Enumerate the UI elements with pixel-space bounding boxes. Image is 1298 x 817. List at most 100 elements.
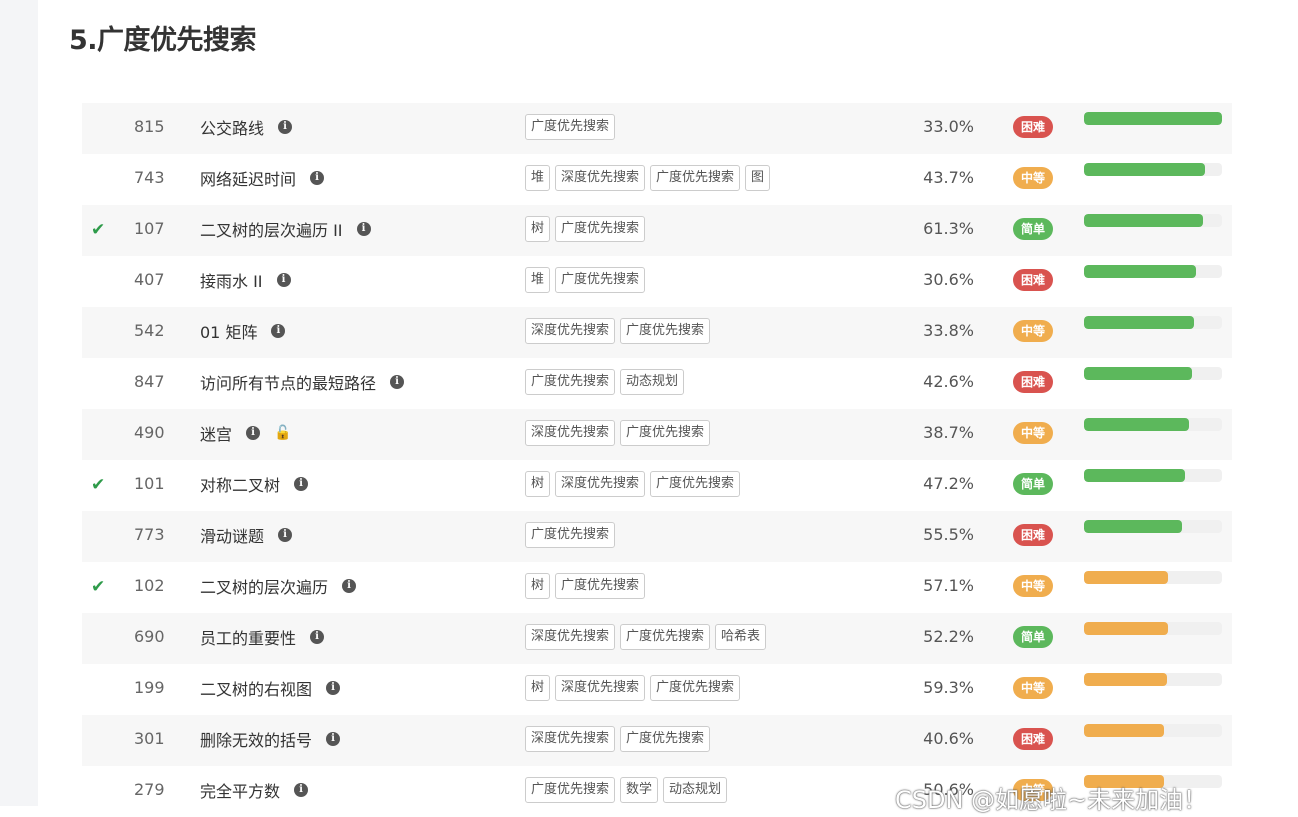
table-row[interactable]: 542 01 矩阵 i 深度优先搜索 广度优先搜索 33.8% 中等: [82, 307, 1232, 358]
problem-title-link[interactable]: 01 矩阵: [200, 319, 257, 343]
topic-tag[interactable]: 广度优先搜索: [525, 369, 616, 395]
tag-list: 树广度优先搜索: [525, 216, 646, 242]
table-row[interactable]: ✔ 101 对称二叉树 i 树深度优先搜索 广度优先搜索 47.2% 简单: [82, 460, 1232, 511]
topic-tag[interactable]: 深度优先搜索: [525, 318, 616, 344]
topic-tag[interactable]: 深度优先搜索: [555, 675, 646, 701]
problem-title-cell: 网络延迟时间 i: [200, 165, 325, 191]
topic-tag[interactable]: 深度优先搜索: [555, 165, 646, 191]
problem-id: 102: [134, 576, 165, 595]
table-row[interactable]: 407 接雨水 II i 堆广度优先搜索 30.6% 困难: [82, 256, 1232, 307]
problem-title-cell: 二叉树的层次遍历 i: [200, 573, 357, 599]
table-row[interactable]: 690 员工的重要性 i 深度优先搜索 广度优先搜索 哈希表 52.2% 简单: [82, 613, 1232, 664]
problem-title-link[interactable]: 二叉树的层次遍历: [200, 574, 328, 598]
table-row[interactable]: 301 删除无效的括号 i 深度优先搜索 广度优先搜索 40.6% 困难: [82, 715, 1232, 766]
topic-tag[interactable]: 深度优先搜索: [525, 624, 616, 650]
topic-tag[interactable]: 深度优先搜索: [555, 471, 646, 497]
problem-title-cell: 二叉树的右视图 i: [200, 675, 341, 701]
table-row[interactable]: ✔ 107 二叉树的层次遍历 II i 树广度优先搜索 61.3% 简单: [82, 205, 1232, 256]
topic-tag[interactable]: 动态规划: [620, 369, 685, 395]
info-icon[interactable]: i: [278, 528, 293, 542]
info-icon[interactable]: i: [356, 222, 371, 236]
table-row[interactable]: 847 访问所有节点的最短路径 i 广度优先搜索 动态规划 42.6% 困难: [82, 358, 1232, 409]
table-row[interactable]: ✔ 102 二叉树的层次遍历 i 树广度优先搜索 57.1% 中等: [82, 562, 1232, 613]
topic-tag[interactable]: 动态规划: [663, 777, 728, 803]
problem-title-cell: 01 矩阵 i: [200, 318, 286, 344]
topic-tag[interactable]: 广度优先搜索: [650, 675, 741, 701]
info-icon[interactable]: i: [294, 477, 309, 491]
problem-id: 199: [134, 678, 165, 697]
solved-check-icon: ✔: [91, 220, 106, 240]
problem-title-link[interactable]: 迷宫: [200, 421, 232, 445]
problem-title-link[interactable]: 网络延迟时间: [200, 166, 296, 190]
topic-tag[interactable]: 数学: [620, 777, 659, 803]
problem-id: 490: [134, 423, 165, 442]
frequency-bar-fill: [1084, 520, 1182, 533]
topic-tag[interactable]: 广度优先搜索: [555, 216, 646, 242]
problem-title-link[interactable]: 完全平方数: [200, 778, 280, 802]
table-row[interactable]: 199 二叉树的右视图 i 树深度优先搜索 广度优先搜索 59.3% 中等: [82, 664, 1232, 715]
acceptance-rate: 30.6%: [923, 270, 974, 289]
info-icon[interactable]: i: [326, 732, 341, 746]
frequency-bar: [1084, 469, 1222, 482]
topic-tag[interactable]: 树: [525, 573, 551, 599]
difficulty-badge: 困难: [1013, 269, 1053, 291]
acceptance-rate: 33.0%: [923, 117, 974, 136]
frequency-bar: [1084, 367, 1222, 380]
info-icon[interactable]: i: [246, 426, 261, 440]
info-icon[interactable]: i: [271, 324, 286, 338]
difficulty-badge: 困难: [1013, 728, 1053, 750]
topic-tag[interactable]: 树: [525, 216, 551, 242]
frequency-bar-fill: [1084, 265, 1196, 278]
topic-tag[interactable]: 广度优先搜索: [620, 726, 711, 752]
info-icon[interactable]: i: [276, 273, 291, 287]
topic-tag[interactable]: 树: [525, 471, 551, 497]
topic-tag[interactable]: 广度优先搜索: [650, 165, 741, 191]
tag-list: 树广度优先搜索: [525, 573, 646, 599]
info-icon[interactable]: i: [342, 579, 357, 593]
info-icon[interactable]: i: [390, 375, 405, 389]
table-row[interactable]: 490 迷宫 i 🔓 深度优先搜索 广度优先搜索 38.7% 中等: [82, 409, 1232, 460]
topic-tag[interactable]: 广度优先搜索: [555, 267, 646, 293]
topic-tag[interactable]: 广度优先搜索: [525, 114, 616, 140]
table-row[interactable]: 743 网络延迟时间 i 堆深度优先搜索 广度优先搜索图 43.7% 中等: [82, 154, 1232, 205]
topic-tag[interactable]: 广度优先搜索: [525, 777, 616, 803]
table-row[interactable]: 815 公交路线 i 广度优先搜索 33.0% 困难: [82, 103, 1232, 154]
problem-title-link[interactable]: 公交路线: [200, 115, 264, 139]
info-icon[interactable]: i: [278, 120, 293, 134]
problem-title-link[interactable]: 员工的重要性: [200, 625, 296, 649]
info-icon[interactable]: i: [326, 681, 341, 695]
topic-tag[interactable]: 广度优先搜索: [555, 573, 646, 599]
table-row[interactable]: 773 滑动谜题 i 广度优先搜索 55.5% 困难: [82, 511, 1232, 562]
frequency-bar: [1084, 316, 1222, 329]
info-icon[interactable]: i: [294, 783, 309, 797]
frequency-bar: [1084, 214, 1222, 227]
info-icon[interactable]: i: [310, 630, 325, 644]
topic-tag[interactable]: 广度优先搜索: [620, 624, 711, 650]
topic-tag[interactable]: 广度优先搜索: [525, 522, 616, 548]
acceptance-rate: 33.8%: [923, 321, 974, 340]
problem-title-link[interactable]: 对称二叉树: [200, 472, 280, 496]
problem-id: 301: [134, 729, 165, 748]
topic-tag[interactable]: 广度优先搜索: [620, 420, 711, 446]
topic-tag[interactable]: 树: [525, 675, 551, 701]
topic-tag[interactable]: 哈希表: [715, 624, 767, 650]
problem-title-link[interactable]: 二叉树的右视图: [200, 676, 312, 700]
problem-title-link[interactable]: 接雨水 II: [200, 268, 263, 292]
frequency-bar: [1084, 112, 1222, 125]
topic-tag[interactable]: 深度优先搜索: [525, 726, 616, 752]
problem-title-link[interactable]: 二叉树的层次遍历 II: [200, 217, 343, 241]
topic-tag[interactable]: 广度优先搜索: [650, 471, 741, 497]
info-icon[interactable]: i: [310, 171, 325, 185]
topic-tag[interactable]: 广度优先搜索: [620, 318, 711, 344]
topic-tag[interactable]: 图: [745, 165, 771, 191]
topic-tag[interactable]: 堆: [525, 267, 551, 293]
tag-list: 深度优先搜索 广度优先搜索 哈希表: [525, 624, 767, 650]
frequency-bar: [1084, 418, 1222, 431]
frequency-bar-fill: [1084, 469, 1185, 482]
problem-title-link[interactable]: 删除无效的括号: [200, 727, 312, 751]
problem-title-link[interactable]: 访问所有节点的最短路径: [200, 370, 376, 394]
topic-tag[interactable]: 深度优先搜索: [525, 420, 616, 446]
problem-title-link[interactable]: 滑动谜题: [200, 523, 264, 547]
topic-tag[interactable]: 堆: [525, 165, 551, 191]
page-title: 5.广度优先搜索: [69, 25, 257, 56]
